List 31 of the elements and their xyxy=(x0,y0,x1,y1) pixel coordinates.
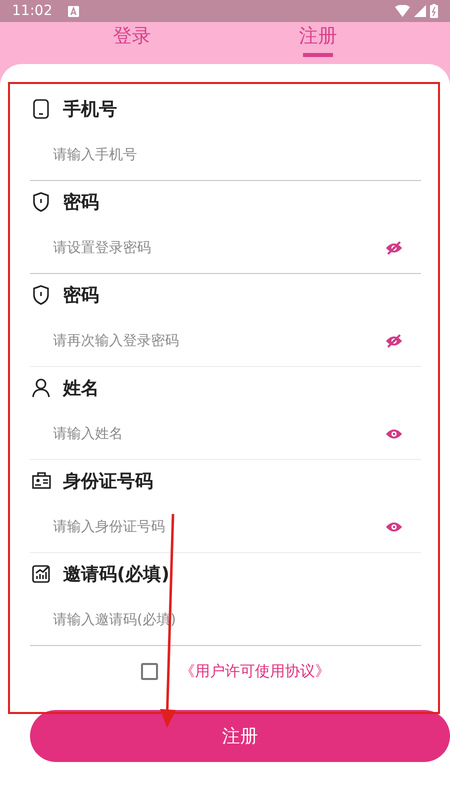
notification-icon xyxy=(68,6,80,16)
signal-icon xyxy=(414,5,426,17)
shield-icon xyxy=(32,192,51,212)
agreement-link[interactable]: 《用户许可使用协议》 xyxy=(180,660,330,682)
field-label: 密码 xyxy=(63,284,99,308)
field-label: 邀请码(必填) xyxy=(63,562,170,586)
field-label: 手机号 xyxy=(63,98,117,122)
person-icon xyxy=(32,378,51,398)
input-field[interactable]: 请输入姓名 xyxy=(53,424,385,444)
tab[interactable]: 登录 xyxy=(109,22,155,60)
register-button[interactable]: 注册 xyxy=(30,710,450,762)
battery-icon xyxy=(430,4,438,18)
field-label: 姓名 xyxy=(63,376,99,400)
shield-icon xyxy=(32,285,51,305)
field-label: 身份证号码 xyxy=(63,470,153,494)
input-field[interactable]: 请设置登录密码 xyxy=(53,238,385,258)
input-field[interactable]: 请再次输入登录密码 xyxy=(53,330,385,352)
wifi-icon xyxy=(395,5,410,17)
chart-icon xyxy=(32,564,51,584)
status-time: 11:02 xyxy=(12,2,52,20)
eye-slash-icon[interactable] xyxy=(385,334,403,348)
id-card-icon xyxy=(32,471,51,491)
eye-icon[interactable] xyxy=(385,427,403,441)
field-label: 密码 xyxy=(63,190,99,214)
checkbox[interactable] xyxy=(141,662,158,680)
input-field[interactable]: 请输入手机号 xyxy=(53,144,403,166)
input-field[interactable]: 请输入身份证号码 xyxy=(53,516,385,538)
phone-icon xyxy=(32,99,51,119)
tab[interactable]: 注册 xyxy=(295,22,341,60)
eye-icon[interactable] xyxy=(385,520,403,534)
eye-slash-icon[interactable] xyxy=(385,241,403,255)
